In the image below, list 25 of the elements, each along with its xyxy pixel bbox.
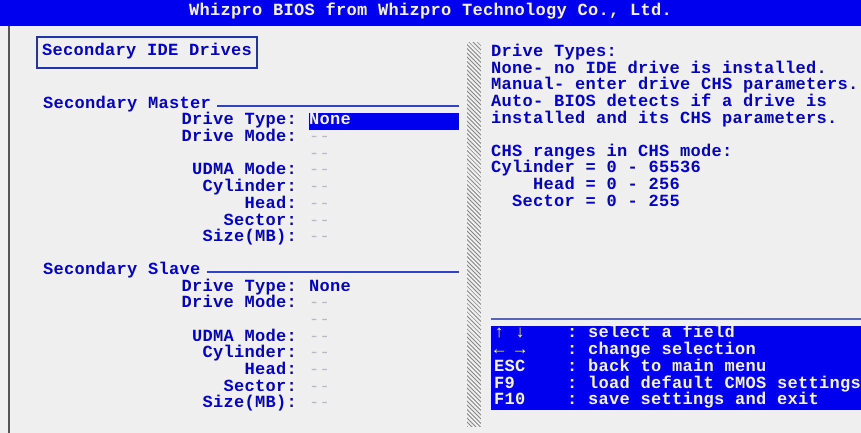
field-label: Drive Mode: xyxy=(181,130,297,147)
field-label: Head: xyxy=(244,363,297,380)
field-value[interactable]: None xyxy=(309,280,352,296)
help-text: installed and its CHS parameters. xyxy=(490,112,839,129)
key-action: : save settings and exit xyxy=(566,393,819,410)
field-label: Size(MB): xyxy=(202,230,297,247)
help-text: Cylinder = 0 - 65536 xyxy=(490,161,702,178)
help-text: Head = 0 - 256 xyxy=(532,178,681,195)
field-label: Size(MB): xyxy=(202,396,297,414)
field-value[interactable]: None xyxy=(309,113,460,130)
window-title: Whizpro BIOS from Whizpro Technology Co., Ltd. xyxy=(0,0,861,26)
field-label: Drive Mode: xyxy=(181,296,297,313)
field-label: Cylinder: xyxy=(202,180,297,197)
key-name: ↑ ↓ xyxy=(494,326,526,344)
key-name: ESC xyxy=(494,360,526,377)
group-title: Secondary Slave xyxy=(43,262,201,280)
field-label: Head: xyxy=(244,196,297,214)
key-action: : change selection xyxy=(566,343,756,360)
help-text: Sector = 0 - 255 xyxy=(510,194,681,212)
key-name: F10 xyxy=(494,393,526,410)
page-title: Secondary IDE Drives xyxy=(36,36,258,69)
help-text: Auto- BIOS detects if a drive is xyxy=(490,95,828,112)
help-text: Drive Types: xyxy=(490,45,618,62)
key-name: F9 xyxy=(494,376,515,394)
key-name: ← → xyxy=(494,343,526,360)
